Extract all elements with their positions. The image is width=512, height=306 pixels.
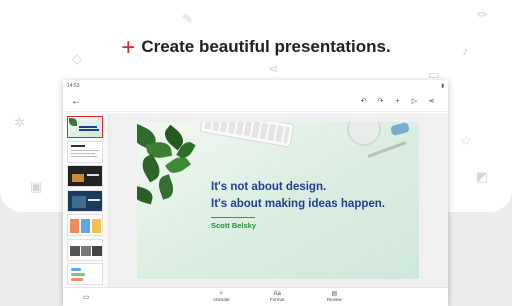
animate-button[interactable]: ✧ Animate — [213, 291, 230, 302]
play-icon[interactable]: ▷ — [406, 97, 423, 105]
plant-leaf — [137, 185, 155, 205]
headline: + Create beautiful presentations. — [0, 34, 512, 62]
pen-icon: ✎ — [182, 11, 193, 26]
back-arrow-icon[interactable]: ← — [71, 96, 81, 107]
quote-author: Scott Belsky — [211, 221, 257, 230]
review-button[interactable]: ▤ Review — [327, 291, 342, 302]
slide-thumbnail[interactable]: 6 — [67, 238, 103, 261]
slide-thumbnail[interactable]: 5 — [67, 214, 103, 236]
image-icon: ▣ — [30, 179, 43, 194]
slide-thumbnail[interactable]: 2 — [67, 140, 103, 163]
star-icon: ☆ — [460, 133, 472, 148]
chart-icon: ◩ — [476, 169, 489, 184]
slides-panel-icon[interactable]: ▭ — [63, 293, 109, 301]
editor-content: 1 2 3 4 5 — [63, 113, 448, 287]
plant-leaf — [155, 174, 177, 200]
format-label: Format — [270, 297, 285, 302]
editor-toolbar: ← ↶ ↷ + ▷ ⋖ — [63, 91, 448, 112]
slide-quote: It's not about design. It's about making… — [211, 179, 385, 230]
review-label: Review — [327, 297, 342, 302]
tablet-frame: 14:53 ▮ ← ↶ ↷ + ▷ ⋖ 1 2 3 — [63, 80, 448, 306]
quote-line-2: It's about making ideas happen. — [211, 198, 385, 210]
status-bar: 14:53 ▮ — [63, 80, 448, 91]
animate-label: Animate — [213, 297, 230, 302]
bottom-toolbar: ▭ ✧ Animate Aa Format ▤ Review — [63, 287, 448, 306]
slide-canvas: It's not about design. It's about making… — [109, 113, 448, 287]
format-button[interactable]: Aa Format — [270, 291, 284, 302]
share-icon: ⋖ — [268, 61, 279, 76]
slide-thumbnail[interactable]: 1 — [67, 116, 103, 138]
current-slide[interactable]: It's not about design. It's about making… — [137, 122, 419, 279]
slide-thumbnail[interactable]: 3 — [67, 165, 103, 187]
battery-icon: ▮ — [441, 82, 444, 89]
share-button-icon[interactable]: ⋖ — [423, 97, 440, 105]
status-time: 14:53 — [67, 82, 80, 89]
insert-icon[interactable]: + — [389, 98, 406, 105]
redo-icon[interactable]: ↷ — [372, 97, 389, 105]
cup-graphic — [347, 122, 381, 146]
quote-divider — [211, 217, 255, 218]
headline-text: Create beautiful presentations. — [141, 37, 391, 56]
slide-thumbnail-list: 1 2 3 4 5 — [63, 113, 109, 287]
plus-icon: + — [121, 34, 136, 61]
slide-thumbnail[interactable]: 4 — [67, 189, 103, 212]
clip-graphic — [390, 122, 410, 137]
quote-line-1: It's not about design. — [211, 181, 327, 193]
slide-thumbnail[interactable]: 7 — [67, 263, 103, 285]
undo-icon[interactable]: ↶ — [355, 97, 372, 105]
keyboard-graphic — [199, 122, 295, 148]
pencil-graphic — [367, 141, 407, 158]
pencil-icon: ✏ — [477, 7, 488, 22]
settings-icon: ✲ — [14, 115, 25, 130]
